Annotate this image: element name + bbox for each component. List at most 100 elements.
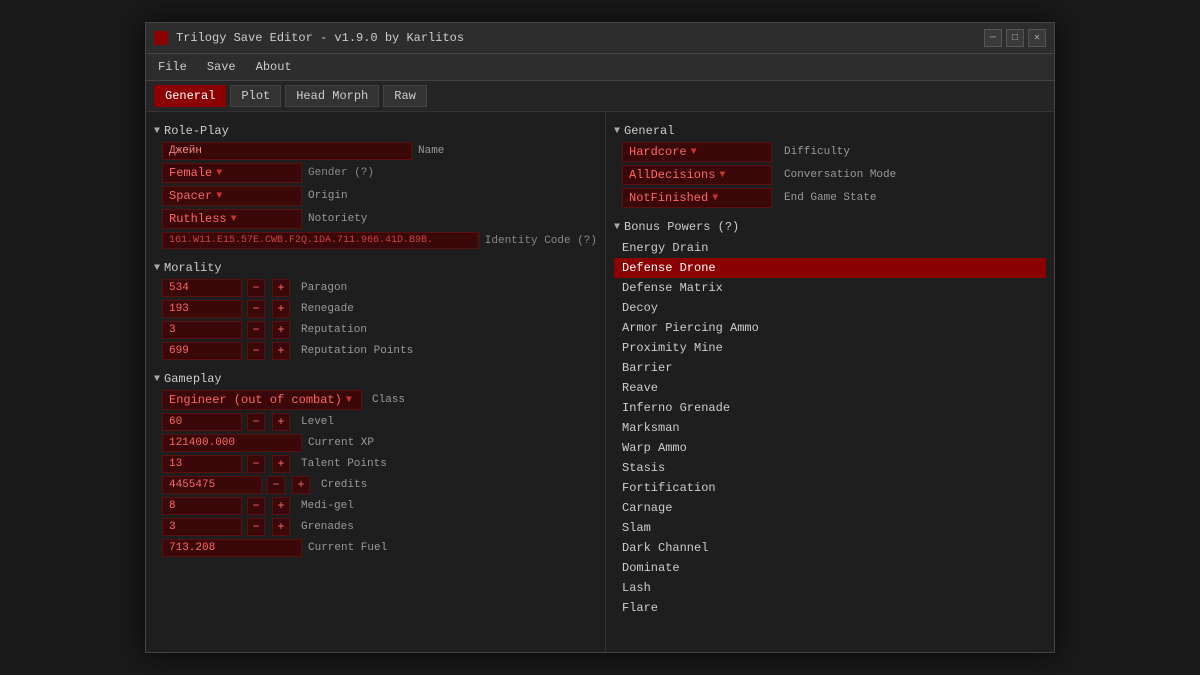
difficulty-value: Hardcore [629, 145, 687, 159]
talent-row: 13 − + Talent Points [162, 455, 597, 473]
grenades-minus[interactable]: − [247, 518, 265, 536]
medigel-value[interactable]: 8 [162, 497, 242, 515]
origin-dropdown[interactable]: Spacer ▼ [162, 186, 302, 206]
gameplay-content: Engineer (out of combat) ▼ Class 60 − + … [162, 390, 597, 557]
level-minus[interactable]: − [247, 413, 265, 431]
renegade-label: Renegade [301, 303, 354, 315]
maximize-button[interactable]: □ [1006, 29, 1024, 47]
bonus-item[interactable]: Warp Ammo [614, 438, 1046, 458]
class-dropdown[interactable]: Engineer (out of combat) ▼ [162, 390, 362, 410]
bonus-item[interactable]: Slam [614, 518, 1046, 538]
tab-head-morph[interactable]: Head Morph [285, 85, 379, 107]
talent-plus[interactable]: + [272, 455, 290, 473]
bonus-item[interactable]: Dominate [614, 558, 1046, 578]
bonus-item[interactable]: Marksman [614, 418, 1046, 438]
rep-points-minus[interactable]: − [247, 342, 265, 360]
tab-plot[interactable]: Plot [230, 85, 281, 107]
menu-save[interactable]: Save [203, 58, 240, 76]
menubar: File Save About [146, 54, 1054, 81]
bonus-item[interactable]: Proximity Mine [614, 338, 1046, 358]
rep-points-row: 699 − + Reputation Points [162, 342, 597, 360]
notoriety-dropdown[interactable]: Ruthless ▼ [162, 209, 302, 229]
credits-value[interactable]: 4455475 [162, 476, 262, 494]
roleplay-arrow: ▼ [154, 126, 160, 137]
rep-points-label: Reputation Points [301, 345, 413, 357]
notoriety-arrow-icon: ▼ [231, 214, 237, 225]
bonus-item[interactable]: Barrier [614, 358, 1046, 378]
renegade-value[interactable]: 193 [162, 300, 242, 318]
conversation-value: AllDecisions [629, 168, 715, 182]
level-plus[interactable]: + [272, 413, 290, 431]
reputation-value[interactable]: 3 [162, 321, 242, 339]
paragon-minus[interactable]: − [247, 279, 265, 297]
bonus-item[interactable]: Energy Drain [614, 238, 1046, 258]
bonus-item[interactable]: Fortification [614, 478, 1046, 498]
xp-value[interactable]: 121400.000 [162, 434, 302, 452]
grenades-value[interactable]: 3 [162, 518, 242, 536]
gender-arrow-icon: ▼ [216, 168, 222, 179]
class-label: Class [372, 394, 405, 406]
morality-arrow: ▼ [154, 263, 160, 274]
conversation-dropdown[interactable]: AllDecisions ▼ [622, 165, 772, 185]
general-content: Hardcore ▼ Difficulty AllDecisions ▼ Con… [622, 142, 1046, 208]
difficulty-row: Hardcore ▼ Difficulty [622, 142, 1046, 162]
origin-arrow-icon: ▼ [216, 191, 222, 202]
bonus-item[interactable]: Flare [614, 598, 1046, 618]
conversation-arrow-icon: ▼ [719, 170, 725, 181]
morality-content: 534 − + Paragon 193 − + Renegade 3 − + [162, 279, 597, 360]
origin-value: Spacer [169, 189, 212, 203]
medigel-minus[interactable]: − [247, 497, 265, 515]
renegade-minus[interactable]: − [247, 300, 265, 318]
paragon-plus[interactable]: + [272, 279, 290, 297]
level-value[interactable]: 60 [162, 413, 242, 431]
bonus-item[interactable]: Decoy [614, 298, 1046, 318]
rep-points-value[interactable]: 699 [162, 342, 242, 360]
medigel-label: Medi-gel [301, 500, 354, 512]
fuel-value[interactable]: 713.208 [162, 539, 302, 557]
fuel-label: Current Fuel [308, 542, 387, 554]
identity-value[interactable]: 161.W11.E15.57E.CWB.F2Q.1DA.711.966.41D.… [162, 232, 479, 249]
difficulty-dropdown[interactable]: Hardcore ▼ [622, 142, 772, 162]
name-value[interactable]: Джейн [162, 142, 412, 160]
gameplay-label: Gameplay [164, 372, 222, 386]
gender-row: Female ▼ Gender (?) [162, 163, 597, 183]
bonus-item[interactable]: Defense Matrix [614, 278, 1046, 298]
bonus-item[interactable]: Inferno Grenade [614, 398, 1046, 418]
reputation-minus[interactable]: − [247, 321, 265, 339]
reputation-plus[interactable]: + [272, 321, 290, 339]
medigel-plus[interactable]: + [272, 497, 290, 515]
close-button[interactable]: ✕ [1028, 29, 1046, 47]
bonus-item[interactable]: Armor Piercing Ammo [614, 318, 1046, 338]
xp-row: 121400.000 Current XP [162, 434, 597, 452]
menu-about[interactable]: About [252, 58, 296, 76]
window-controls: ─ □ ✕ [984, 29, 1046, 47]
endgame-dropdown[interactable]: NotFinished ▼ [622, 188, 772, 208]
gender-dropdown[interactable]: Female ▼ [162, 163, 302, 183]
credits-plus[interactable]: + [292, 476, 310, 494]
talent-value[interactable]: 13 [162, 455, 242, 473]
talent-minus[interactable]: − [247, 455, 265, 473]
menu-file[interactable]: File [154, 58, 191, 76]
bonus-item[interactable]: Dark Channel [614, 538, 1046, 558]
bonus-item[interactable]: Stasis [614, 458, 1046, 478]
bonus-item[interactable]: Carnage [614, 498, 1046, 518]
general-arrow: ▼ [614, 126, 620, 137]
renegade-plus[interactable]: + [272, 300, 290, 318]
tab-raw[interactable]: Raw [383, 85, 427, 107]
grenades-plus[interactable]: + [272, 518, 290, 536]
bonus-item[interactable]: Lash [614, 578, 1046, 598]
conversation-row: AllDecisions ▼ Conversation Mode [622, 165, 1046, 185]
bonus-item[interactable]: Reave [614, 378, 1046, 398]
tab-general[interactable]: General [154, 85, 226, 107]
notoriety-value: Ruthless [169, 212, 227, 226]
credits-minus[interactable]: − [267, 476, 285, 494]
gender-value: Female [169, 166, 212, 180]
grenades-row: 3 − + Grenades [162, 518, 597, 536]
general-section-header: ▼ General [614, 120, 1046, 142]
bonus-item[interactable]: Defense Drone [614, 258, 1046, 278]
minimize-button[interactable]: ─ [984, 29, 1002, 47]
bonus-arrow: ▼ [614, 222, 620, 233]
paragon-value[interactable]: 534 [162, 279, 242, 297]
rep-points-plus[interactable]: + [272, 342, 290, 360]
identity-label: Identity Code (?) [485, 235, 597, 247]
